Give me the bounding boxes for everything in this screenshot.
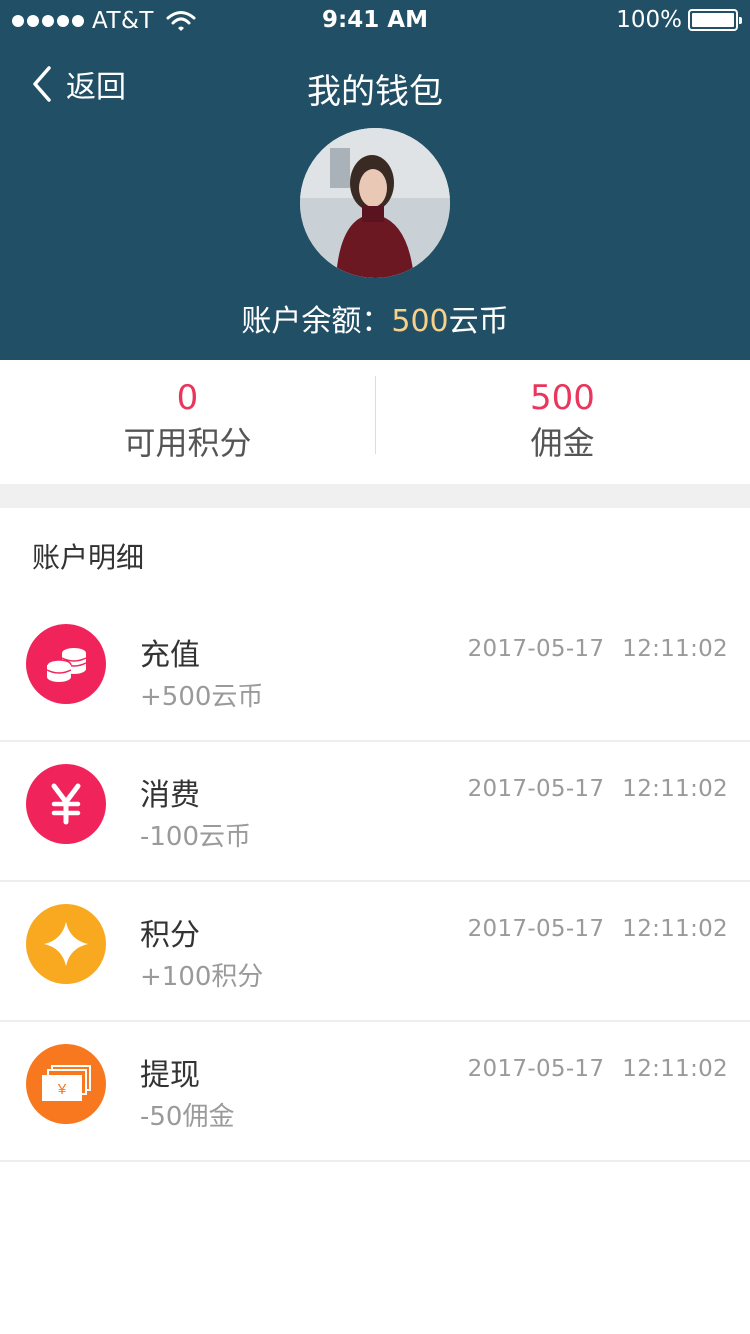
avatar-image	[300, 128, 450, 278]
battery-icon	[688, 9, 742, 31]
yen-icon	[26, 764, 106, 844]
balance-unit: 云币	[448, 304, 509, 339]
transaction-date: 2017-05-17	[467, 636, 605, 662]
section-separator	[0, 484, 750, 508]
account-balance: 账户余额：500云币	[0, 296, 750, 340]
transaction-amount: -50佣金	[140, 1102, 235, 1132]
wallet-header: AT&T 9:41 AM 100% 返回 我的钱包 账户余额：500云币	[0, 0, 750, 360]
transaction-date: 2017-05-17	[467, 776, 605, 802]
banknotes-icon: ¥	[26, 1044, 106, 1124]
stat-value: 0	[176, 378, 199, 418]
status-bar: AT&T 9:41 AM 100%	[0, 0, 750, 40]
transaction-title: 消费	[140, 778, 200, 813]
transaction-date: 2017-05-17	[467, 1056, 605, 1082]
commission-stat[interactable]: 500 佣金	[375, 360, 750, 484]
chevron-left-icon	[33, 66, 51, 102]
coins-icon	[26, 624, 106, 704]
transaction-datetime: 2017-05-17 12:11:02	[468, 636, 728, 662]
svg-text:¥: ¥	[57, 1081, 67, 1098]
transaction-row-recharge[interactable]: 充值 +500云币 2017-05-17 12:11:02	[0, 602, 750, 742]
transaction-title: 积分	[140, 918, 200, 953]
transaction-row-points[interactable]: 积分 +100积分 2017-05-17 12:11:02	[0, 882, 750, 1022]
sparkle-icon	[26, 904, 106, 984]
avatar[interactable]	[300, 128, 450, 278]
transaction-row-withdraw[interactable]: ¥ 提现 -50佣金 2017-05-17 12:11:02	[0, 1022, 750, 1162]
transaction-time: 12:11:02	[622, 1056, 728, 1082]
transaction-datetime: 2017-05-17 12:11:02	[468, 1056, 728, 1082]
stat-label: 佣金	[530, 424, 595, 462]
wallet-stats: 0 可用积分 500 佣金	[0, 360, 750, 484]
transaction-date: 2017-05-17	[467, 916, 605, 942]
transaction-amount: +100积分	[140, 962, 264, 992]
stat-value: 500	[530, 378, 595, 418]
transaction-title: 充值	[140, 638, 200, 673]
back-button[interactable]: 返回	[30, 64, 126, 105]
stat-label: 可用积分	[123, 424, 252, 462]
section-title: 账户明细	[32, 541, 145, 574]
transaction-time: 12:11:02	[622, 636, 728, 662]
transaction-time: 12:11:02	[622, 916, 728, 942]
battery-percentage: 100%	[616, 7, 682, 33]
balance-amount: 500	[391, 304, 449, 339]
transaction-time: 12:11:02	[622, 776, 728, 802]
transaction-list: 充值 +500云币 2017-05-17 12:11:02 消费 -100云币 2…	[0, 602, 750, 1162]
divider	[375, 376, 376, 454]
transaction-datetime: 2017-05-17 12:11:02	[468, 916, 728, 942]
transaction-amount: +500云币	[140, 682, 264, 712]
available-points-stat[interactable]: 0 可用积分	[0, 360, 375, 484]
transaction-datetime: 2017-05-17 12:11:02	[468, 776, 728, 802]
back-label: 返回	[66, 70, 126, 105]
balance-label: 账户余额：	[241, 304, 392, 339]
transaction-title: 提现	[140, 1058, 200, 1093]
transaction-amount: -100云币	[140, 822, 252, 852]
transaction-row-spend[interactable]: 消费 -100云币 2017-05-17 12:11:02	[0, 742, 750, 882]
